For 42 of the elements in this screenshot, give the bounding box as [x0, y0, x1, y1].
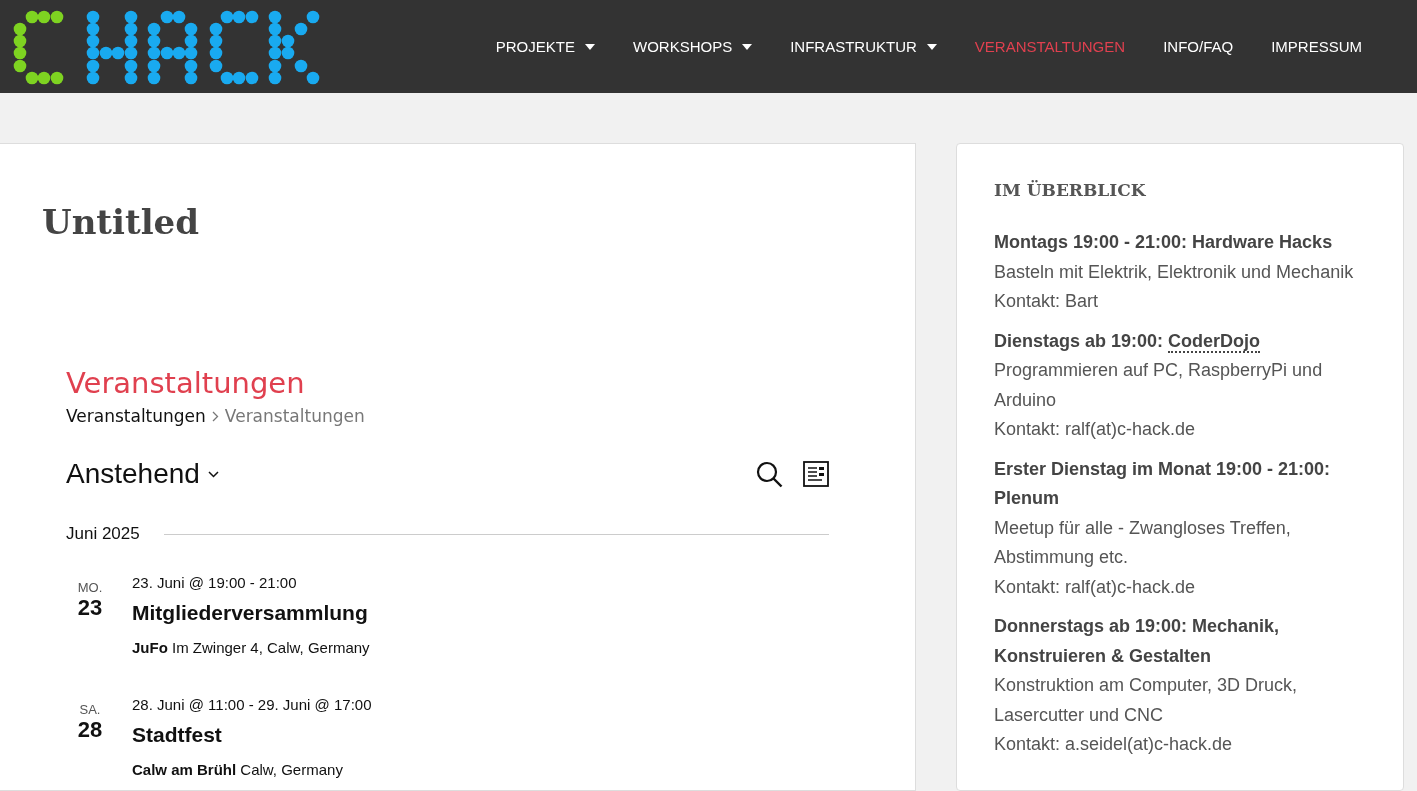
event-time: 28. Juni @ 11:00 - 29. Juni @ 17:00	[132, 696, 372, 713]
weekday-label: MO.	[77, 580, 103, 595]
breadcrumb-item[interactable]: Veranstaltungen	[66, 406, 206, 426]
schedule-text: Kontakt: a.seidel(at)c-hack.de	[994, 733, 1234, 756]
list-view-icon[interactable]	[803, 461, 829, 487]
schedule-heading: Dienstags ab 19:00: CoderDojo	[994, 329, 1262, 355]
weekday-label: SA.	[79, 702, 101, 717]
nav-link[interactable]: INFO/FAQ	[1144, 38, 1253, 55]
schedule-text: Programmieren auf PC, RaspberryPi und Arduino	[994, 359, 1324, 412]
chevron-icon	[211, 410, 219, 422]
schedule-text: Meetup für alle - Zwangloses Treffen, Abstimmung etc.	[994, 516, 1292, 569]
schedule-link[interactable]: CoderDojo	[1168, 330, 1261, 353]
nav-link[interactable]: INFRASTRUKTUR	[771, 38, 956, 55]
event-time: 23. Juni @ 19:00 - 21:00	[132, 574, 298, 591]
sidebar-title: IM ÜBERBLICK	[994, 180, 1147, 200]
schedule-heading: Erster Dienstag im Monat 19:00 - 21:00: Plenum	[994, 457, 1332, 510]
caret-icon	[926, 43, 937, 50]
schedule-text: Kontakt: Bart	[994, 290, 1100, 313]
event-venue: Calw am Brühl Calw, Germany	[132, 761, 344, 778]
caret-icon	[584, 43, 595, 50]
view-dropdown[interactable]: Anstehend	[66, 458, 219, 490]
event-title[interactable]: Stadtfest	[132, 723, 372, 747]
nav-link[interactable]: PROJEKTE	[476, 38, 614, 55]
page-title: Untitled	[42, 202, 201, 242]
section-heading: Veranstaltungen	[66, 366, 306, 400]
breadcrumb-item: Veranstaltungen	[224, 406, 365, 426]
schedule-text: Kontakt: ralf(at)c-hack.de	[994, 575, 1197, 599]
day-number: 28	[77, 717, 103, 743]
schedule-text: Basteln mit Elektrik, Elektronik und Mechanik	[994, 260, 1355, 284]
schedule-heading: Donnerstags ab 19:00: Mechanik, Konstruieren & Gestalten	[994, 615, 1281, 668]
schedule-heading: Montags 19:00 - 21:00: Hardware Hacks	[994, 231, 1334, 254]
schedule-text: Kontakt: ralf(at)c-hack.de	[994, 418, 1197, 441]
nav-link[interactable]: IMPRESSUM	[1252, 38, 1381, 55]
chevron-down-icon	[207, 470, 219, 478]
search-icon[interactable]	[756, 460, 783, 488]
nav-link[interactable]: WORKSHOPS	[613, 38, 772, 55]
caret-icon	[742, 43, 753, 50]
schedule-text: Konstruktion am Computer, 3D Druck, Lasercutter und CNC	[994, 674, 1299, 727]
day-number: 23	[77, 595, 103, 621]
month-label: Juni 2025	[66, 524, 140, 544]
event-title[interactable]: Mitgliederversammlung	[132, 601, 370, 625]
event-venue: JuFo Im Zwinger 4, Calw, Germany	[132, 639, 370, 656]
